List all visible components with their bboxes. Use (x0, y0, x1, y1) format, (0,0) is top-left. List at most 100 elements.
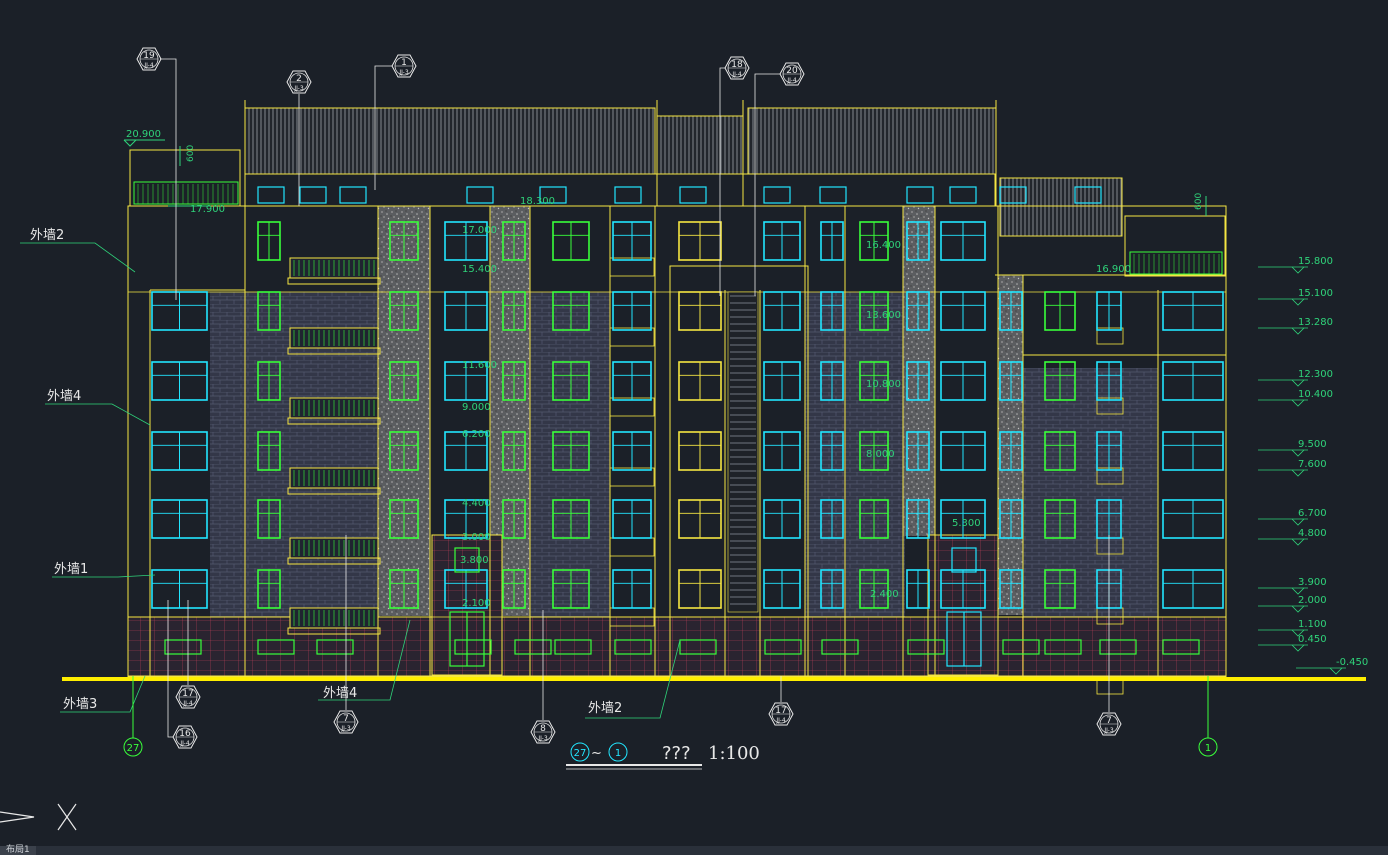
elev-label: 0.450 (1298, 634, 1327, 645)
callout-leader (719, 67, 725, 296)
elev-label: 15.100 (1298, 288, 1333, 299)
attic-window (679, 186, 707, 204)
callout-number: 8 (540, 724, 546, 734)
callout-number: 2 (296, 74, 302, 84)
dim-600-right: 600 (1194, 193, 1204, 210)
facade-level-label: 10.800 (866, 379, 901, 390)
right-elevation-marks: 15.800 15.100 13.280 12.300 10.400 9.500 7.600… (1258, 256, 1368, 675)
callout-sheet: JJ-4 (775, 717, 785, 724)
callout-sheet: JJ-4 (786, 77, 796, 84)
elev-triangle (1291, 587, 1305, 595)
axis-1: 1 (1205, 743, 1211, 754)
callout-number: 17 (775, 706, 786, 716)
elev-label: 2.000 (1298, 595, 1327, 606)
callout-sheet: JJ-3 (1103, 727, 1113, 734)
roof-right (747, 107, 997, 175)
stairwell-hatch (727, 291, 759, 613)
brick-wall-east (1023, 368, 1158, 618)
callout-sheet: JJ-3 (340, 725, 350, 732)
callout-number: 16 (179, 729, 191, 739)
detail-callout: 19JJ-4 (136, 47, 177, 300)
detail-callout: 17JJ-4 (768, 676, 794, 726)
elev-triangle (1291, 298, 1305, 306)
elev-17900: 17.900 (190, 204, 225, 215)
roof-mid (656, 115, 744, 175)
facade-level-label: 18.300 (520, 196, 555, 207)
facade-level-label: 2.100 (462, 598, 491, 609)
facade-level-label: 11.600 (462, 360, 497, 371)
elev-triangle (1291, 538, 1305, 546)
label-wall3: 外墙3 (63, 697, 97, 712)
callout-number: 1 (401, 58, 407, 68)
callout-number: 17 (182, 689, 193, 699)
title-tilde: ~ (591, 746, 602, 761)
attic-window (339, 186, 367, 204)
facade-level-label: 3.000 (462, 532, 491, 543)
terrace-rail-left (133, 181, 239, 205)
attic-window (466, 186, 494, 204)
stucco-strip-a (378, 206, 430, 616)
callout-sheet: JJ-4 (731, 71, 741, 78)
attic-window (614, 186, 642, 204)
attic-window (819, 186, 847, 204)
facade-level-label: 9.000 (462, 402, 491, 413)
attic-window (906, 186, 934, 204)
elev-label: 12.300 (1298, 369, 1333, 380)
axis-27: 27 (127, 743, 140, 754)
elev-triangle (1291, 449, 1305, 457)
elev-20900: 20.900 (126, 129, 161, 140)
label-wall2-left: 外墙2 (30, 228, 64, 243)
elev-label: 10.400 (1298, 389, 1333, 400)
callout-leader (160, 58, 177, 300)
elev-triangle (1329, 667, 1343, 675)
elev-triangle (1291, 399, 1305, 407)
title-axis-from: 27 (574, 748, 587, 759)
layout-tab-bar: 布局1 (0, 846, 1388, 855)
cad-drawing-canvas[interactable]: 15.800 15.100 13.280 12.300 10.400 9.500 7.600… (0, 0, 1388, 846)
detail-callout: 18JJ-4 (719, 56, 750, 296)
facade-level-label: 4.400 (462, 498, 491, 509)
facade-level-label: 5.300 (952, 518, 981, 529)
facade-level-label: 8.000 (866, 449, 895, 460)
roof-main (244, 107, 656, 175)
attic-window (257, 186, 285, 204)
elev-label: 3.900 (1298, 577, 1327, 588)
elev-label: 13.280 (1298, 317, 1333, 328)
title-text: ??? (662, 743, 691, 764)
callout-sheet: JJ-4 (182, 700, 192, 707)
elev-triangle (1291, 327, 1305, 335)
title-scale: 1:100 (708, 743, 760, 764)
attic-window (299, 186, 327, 204)
callout-number: 18 (731, 60, 743, 70)
callout-sheet: JJ-3 (293, 85, 303, 92)
facade-level-label: 3.800 (460, 555, 489, 566)
callout-number: 7 (343, 714, 349, 724)
balcony-slab (287, 277, 381, 285)
elev-label: 15.800 (1298, 256, 1333, 267)
facade-level-label: 15.400 (462, 264, 497, 275)
drawing-title: 27 ~ 1 ??? 1:100 (566, 742, 760, 770)
label-wall4-left: 外墙4 (47, 389, 81, 404)
callout-leader (754, 73, 780, 296)
elev-label: 4.800 (1298, 528, 1327, 539)
brick-wall-mid (530, 292, 610, 617)
facade-level-label: 2.400 (870, 589, 899, 600)
facade-level-label: 6.200 (462, 429, 491, 440)
callout-number: 19 (143, 51, 155, 61)
detail-callout: 20JJ-4 (754, 62, 805, 296)
callout-sheet: JJ-3 (537, 735, 547, 742)
label-wall2-bottom: 外墙2 (588, 701, 622, 716)
attic-window (949, 186, 977, 204)
elev-triangle (1291, 379, 1305, 387)
elev-label: 6.700 (1298, 508, 1327, 519)
title-axis-to: 1 (615, 748, 621, 759)
balcony-rail-mid (609, 537, 655, 557)
elev-triangle (1291, 469, 1305, 477)
label-wall4-bottom: 外墙4 (323, 686, 357, 701)
elev-label: -0.450 (1336, 657, 1368, 668)
facade-level-label: 17.000 (462, 225, 497, 236)
callout-sheet: JJ-4 (143, 62, 153, 69)
layout-tab[interactable]: 布局1 (0, 846, 36, 855)
elev-triangle (1291, 605, 1305, 613)
facade-level-label: 16.400 (866, 240, 901, 251)
